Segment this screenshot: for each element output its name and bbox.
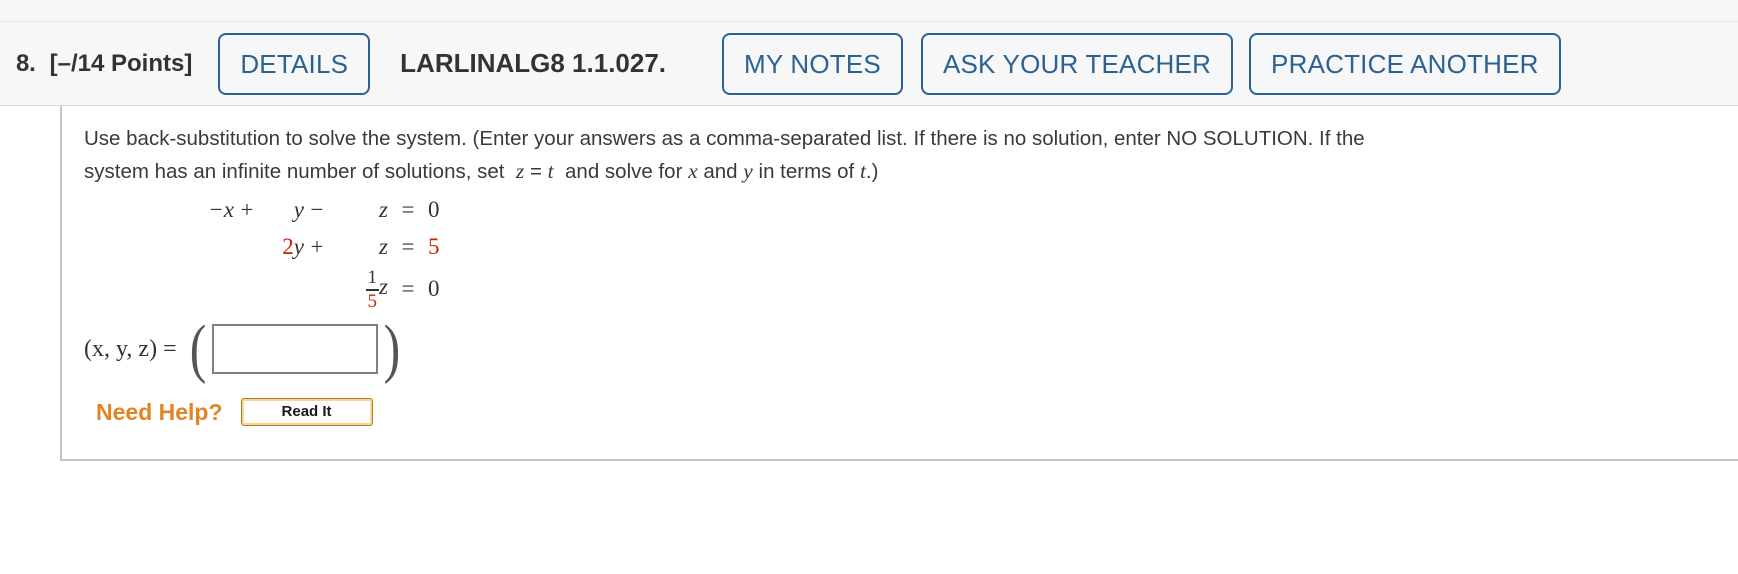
eq2-operator-2: + bbox=[310, 233, 324, 259]
equation-row-2: 2y + z = 5 bbox=[170, 228, 458, 265]
eq1-operator-1: + bbox=[240, 196, 254, 222]
question-header: 8. [–/14 Points] DETAILS LARLINALG8 1.1.… bbox=[0, 22, 1738, 106]
eq2-y-coefficient: 2 bbox=[282, 233, 294, 259]
question-number: 8. bbox=[16, 49, 36, 77]
prompt-var-x: x bbox=[688, 159, 698, 183]
eq2-equals: = bbox=[401, 233, 415, 259]
question-code: LARLINALG8 1.1.027. bbox=[400, 48, 667, 78]
equation-system: −x + y − z = 0 2y + z = 5 1 5 z = 0 bbox=[170, 191, 458, 317]
prompt-equals: = bbox=[529, 160, 542, 183]
answer-input[interactable] bbox=[211, 324, 378, 374]
my-notes-button[interactable]: MY NOTES bbox=[722, 32, 903, 95]
eq1-operator-2: − bbox=[310, 196, 324, 222]
prompt-line-2-part-a: system has an infinite number of solutio… bbox=[84, 160, 505, 183]
read-it-button[interactable]: Read It bbox=[240, 398, 373, 426]
question-prompt: Use back-substitution to solve the syste… bbox=[84, 122, 1694, 188]
eq2-y-term: 2y bbox=[260, 234, 304, 260]
prompt-line-1: Use back-substitution to solve the syste… bbox=[84, 127, 1365, 150]
open-paren: ( bbox=[189, 311, 206, 385]
question-points: [–/14 Points] bbox=[49, 49, 193, 77]
eq1-rhs: 0 bbox=[428, 196, 440, 222]
details-button[interactable]: DETAILS bbox=[218, 32, 371, 95]
answer-row: (x, y, z) = ( ) bbox=[84, 314, 403, 384]
eq3-fraction-denominator: 5 bbox=[367, 291, 378, 312]
eq3-rhs: 0 bbox=[428, 276, 440, 301]
ask-your-teacher-button[interactable]: ASK YOUR TEACHER bbox=[920, 32, 1234, 95]
practice-another-button[interactable]: PRACTICE ANOTHER bbox=[1249, 32, 1561, 95]
answer-label: (x, y, z) = bbox=[84, 335, 177, 362]
prompt-and: and bbox=[703, 160, 738, 183]
eq3-fraction: 15 bbox=[365, 268, 380, 312]
eq1-equals: = bbox=[401, 196, 415, 222]
eq3-z-variable: z bbox=[379, 274, 388, 300]
eq2-rhs: 5 bbox=[428, 233, 440, 259]
equation-row-3: 15z = 0 bbox=[170, 261, 458, 317]
prompt-line-2-part-c: in terms of bbox=[758, 160, 855, 183]
close-paren: ) bbox=[383, 311, 400, 385]
eq1-z-term: z bbox=[379, 196, 388, 222]
eq1-x-term: −x bbox=[208, 196, 234, 222]
page-root: 8. [–/14 Points] DETAILS LARLINALG8 1.1.… bbox=[0, 0, 1738, 574]
eq3-fraction-numerator: 1 bbox=[365, 268, 380, 291]
prompt-var-t: t bbox=[547, 159, 554, 183]
eq2-z-term: z bbox=[379, 233, 388, 259]
eq1-y-term: y bbox=[293, 196, 304, 222]
top-strip bbox=[0, 0, 1738, 22]
need-help-row: Need Help? Read It bbox=[96, 398, 373, 426]
prompt-var-y: y bbox=[743, 159, 753, 183]
prompt-line-2-part-b: and solve for bbox=[565, 160, 683, 183]
need-help-label: Need Help? bbox=[96, 398, 223, 425]
equation-row-1: −x + y − z = 0 bbox=[170, 191, 458, 228]
prompt-line-2-end: .) bbox=[865, 160, 879, 183]
eq2-y-variable: y bbox=[293, 233, 304, 259]
eq3-z-term: 15z bbox=[330, 267, 388, 311]
eq3-equals: = bbox=[401, 276, 415, 301]
prompt-var-z: z bbox=[515, 159, 525, 183]
question-card: Use back-substitution to solve the syste… bbox=[60, 106, 1738, 461]
